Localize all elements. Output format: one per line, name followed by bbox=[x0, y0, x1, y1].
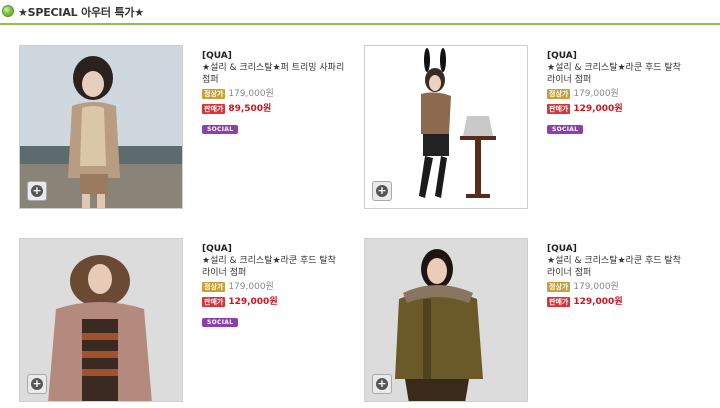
product-card: + [QUA] ★설리 & 크리스탈★라쿤 후드 탈착 라이너 점퍼 정상가 17… bbox=[364, 238, 704, 403]
zoom-plus-icon: + bbox=[31, 377, 43, 390]
sale-price-label: 판매가 bbox=[547, 297, 571, 307]
section-title: ★SPECIAL 아우터 특가★ bbox=[18, 6, 144, 19]
product-image[interactable]: + bbox=[19, 238, 183, 402]
product-image[interactable]: + bbox=[364, 238, 528, 402]
product-card: + [QUA] ★설리 & 크리스탈★라쿤 후드 탈착 라이너 점퍼 정상가 17… bbox=[364, 45, 704, 210]
zoom-button[interactable]: + bbox=[372, 374, 392, 394]
sale-price: 129,000원 bbox=[573, 297, 623, 307]
sale-price-label: 판매가 bbox=[202, 297, 226, 307]
product-brand: [QUA] bbox=[202, 51, 232, 61]
regular-price-label: 정상가 bbox=[202, 89, 226, 99]
social-badge: SOCIAL bbox=[202, 125, 239, 134]
product-brand: [QUA] bbox=[547, 51, 577, 61]
product-brand: [QUA] bbox=[202, 244, 232, 254]
product-name-link[interactable]: ★설리 & 크리스탈★라쿤 후드 탈착 라이너 점퍼 bbox=[547, 255, 697, 279]
product-name-link[interactable]: ★설리 & 크리스탈★퍼 트리밍 사파리 점퍼 bbox=[202, 62, 352, 86]
social-badge: SOCIAL bbox=[547, 125, 584, 134]
zoom-plus-icon: + bbox=[31, 184, 43, 197]
sale-price-label: 판매가 bbox=[547, 104, 571, 114]
sale-price: 89,500원 bbox=[228, 104, 272, 114]
regular-price-label: 정상가 bbox=[547, 89, 571, 99]
product-image[interactable]: + bbox=[364, 45, 528, 209]
zoom-button[interactable]: + bbox=[372, 181, 392, 201]
product-name-link[interactable]: ★설리 & 크리스탈★라쿤 후드 탈착 라이너 점퍼 bbox=[547, 62, 697, 86]
green-circle-bullet-icon bbox=[2, 5, 14, 17]
zoom-button[interactable]: + bbox=[27, 374, 47, 394]
zoom-plus-icon: + bbox=[376, 377, 388, 390]
regular-price-label: 정상가 bbox=[547, 282, 571, 292]
product-name-link[interactable]: ★설리 & 크리스탈★라쿤 후드 탈착 라이너 점퍼 bbox=[202, 255, 352, 279]
regular-price: 179,000원 bbox=[228, 282, 274, 292]
regular-price: 179,000원 bbox=[228, 89, 274, 99]
sale-price: 129,000원 bbox=[573, 104, 623, 114]
header-divider bbox=[0, 23, 720, 25]
product-image[interactable]: + bbox=[19, 45, 183, 209]
zoom-plus-icon: + bbox=[376, 184, 388, 197]
sale-price-label: 판매가 bbox=[202, 104, 226, 114]
regular-price: 179,000원 bbox=[573, 89, 619, 99]
zoom-button[interactable]: + bbox=[27, 181, 47, 201]
section-header: ★SPECIAL 아우터 특가★ bbox=[0, 0, 720, 25]
regular-price: 179,000원 bbox=[573, 282, 619, 292]
product-brand: [QUA] bbox=[547, 244, 577, 254]
product-card: + [QUA] ★설리 & 크리스탈★퍼 트리밍 사파리 점퍼 정상가 179,0… bbox=[19, 45, 359, 210]
social-badge: SOCIAL bbox=[202, 318, 239, 327]
sale-price: 129,000원 bbox=[228, 297, 278, 307]
product-card: + [QUA] ★설리 & 크리스탈★라쿤 후드 탈착 라이너 점퍼 정상가 17… bbox=[19, 238, 359, 403]
regular-price-label: 정상가 bbox=[202, 282, 226, 292]
